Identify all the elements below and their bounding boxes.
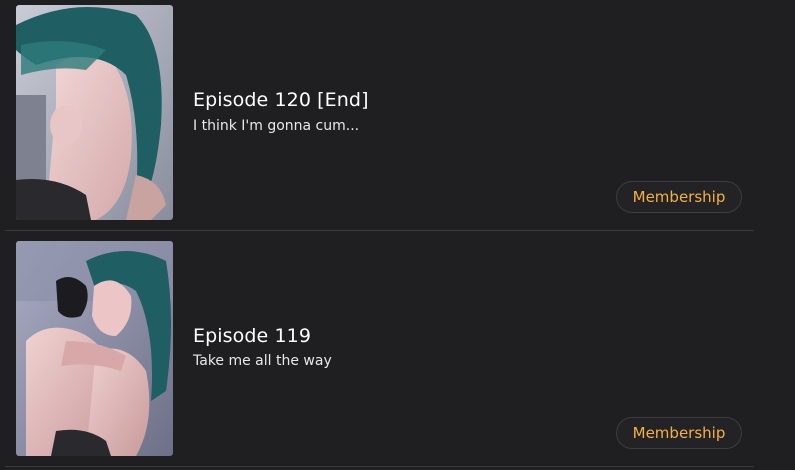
episode-thumbnail[interactable] (16, 241, 173, 456)
episode-subtitle: Take me all the way (193, 353, 332, 369)
membership-badge[interactable]: Membership (616, 181, 742, 213)
episode-title: Episode 119 (193, 325, 312, 347)
episode-row[interactable]: Episode 119 Take me all the way Membersh… (0, 236, 754, 470)
episode-thumbnail-illustration (16, 241, 173, 456)
membership-badge[interactable]: Membership (616, 417, 742, 449)
episode-subtitle: I think I'm gonna cum... (193, 118, 360, 134)
episode-thumbnail[interactable] (16, 5, 173, 220)
divider (5, 230, 754, 231)
episode-thumbnail-illustration (16, 5, 173, 220)
episode-list: Episode 120 [End] I think I'm gonna cum.… (0, 0, 795, 470)
divider (5, 466, 754, 467)
episode-row[interactable]: Episode 120 [End] I think I'm gonna cum.… (0, 0, 754, 236)
episode-title: Episode 120 [End] (193, 89, 369, 111)
